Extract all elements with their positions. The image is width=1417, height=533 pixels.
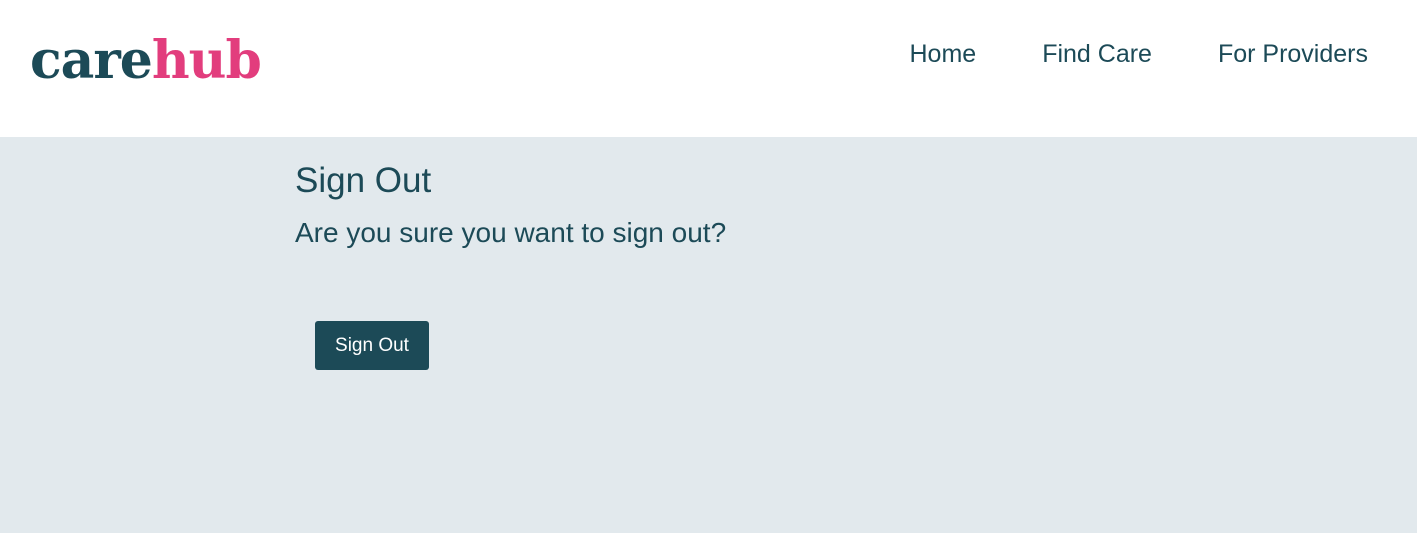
main-nav: Home Find Care For Providers bbox=[910, 38, 1369, 70]
signout-panel: Sign Out Are you sure you want to sign o… bbox=[0, 137, 1417, 533]
sign-out-button[interactable]: Sign Out bbox=[315, 321, 429, 370]
site-header: carehub Home Find Care For Providers bbox=[0, 0, 1417, 137]
logo-text-hub: hub bbox=[151, 30, 262, 91]
page-title: Sign Out bbox=[295, 161, 432, 200]
carehub-logo[interactable]: carehub bbox=[30, 30, 262, 92]
signout-content: Sign Out Are you sure you want to sign o… bbox=[295, 159, 727, 370]
signout-prompt: Are you sure you want to sign out? bbox=[295, 217, 727, 248]
nav-find-care-link[interactable]: Find Care bbox=[1042, 38, 1152, 70]
nav-home-link[interactable]: Home bbox=[910, 38, 977, 70]
logo-text-care: care bbox=[30, 30, 153, 91]
nav-for-providers-link[interactable]: For Providers bbox=[1218, 38, 1368, 70]
